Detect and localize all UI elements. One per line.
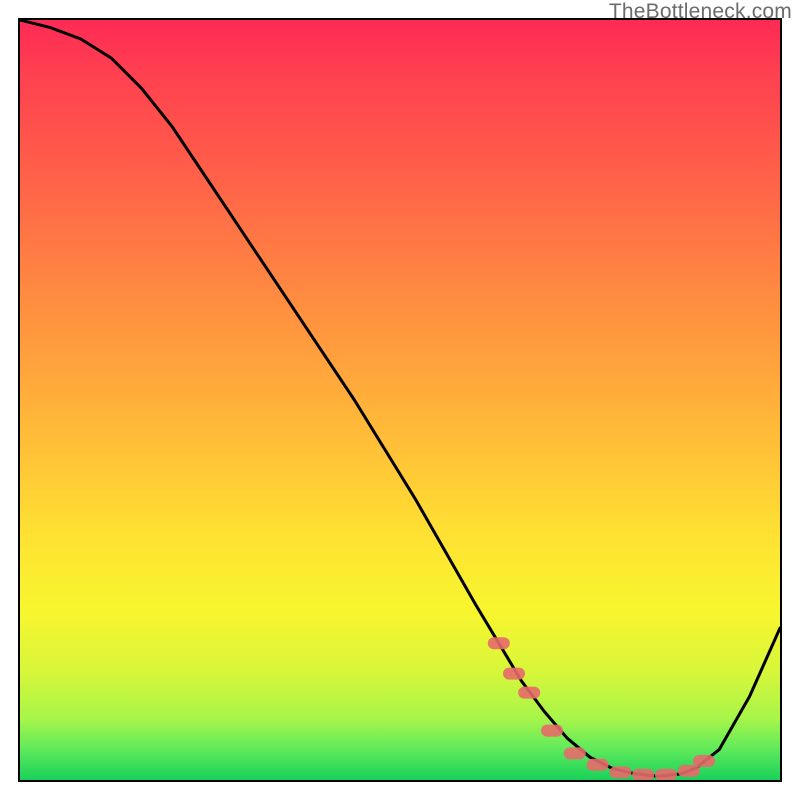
trough-marker bbox=[632, 769, 654, 780]
trough-marker bbox=[587, 759, 609, 771]
trough-marker bbox=[488, 637, 510, 649]
trough-marker bbox=[518, 687, 540, 699]
curve-line bbox=[20, 20, 780, 776]
trough-marker bbox=[678, 765, 700, 777]
trough-marker bbox=[541, 725, 563, 737]
trough-marker bbox=[693, 755, 715, 767]
plot-area bbox=[18, 18, 782, 782]
chart-stage: TheBottleneck.com bbox=[0, 0, 800, 800]
trough-marker bbox=[503, 668, 525, 680]
chart-overlay bbox=[20, 20, 780, 780]
trough-marker bbox=[655, 769, 677, 780]
trough-marker-group bbox=[488, 637, 715, 780]
trough-marker bbox=[609, 766, 631, 778]
trough-marker bbox=[564, 747, 586, 759]
watermark-text: TheBottleneck.com bbox=[609, 0, 792, 24]
